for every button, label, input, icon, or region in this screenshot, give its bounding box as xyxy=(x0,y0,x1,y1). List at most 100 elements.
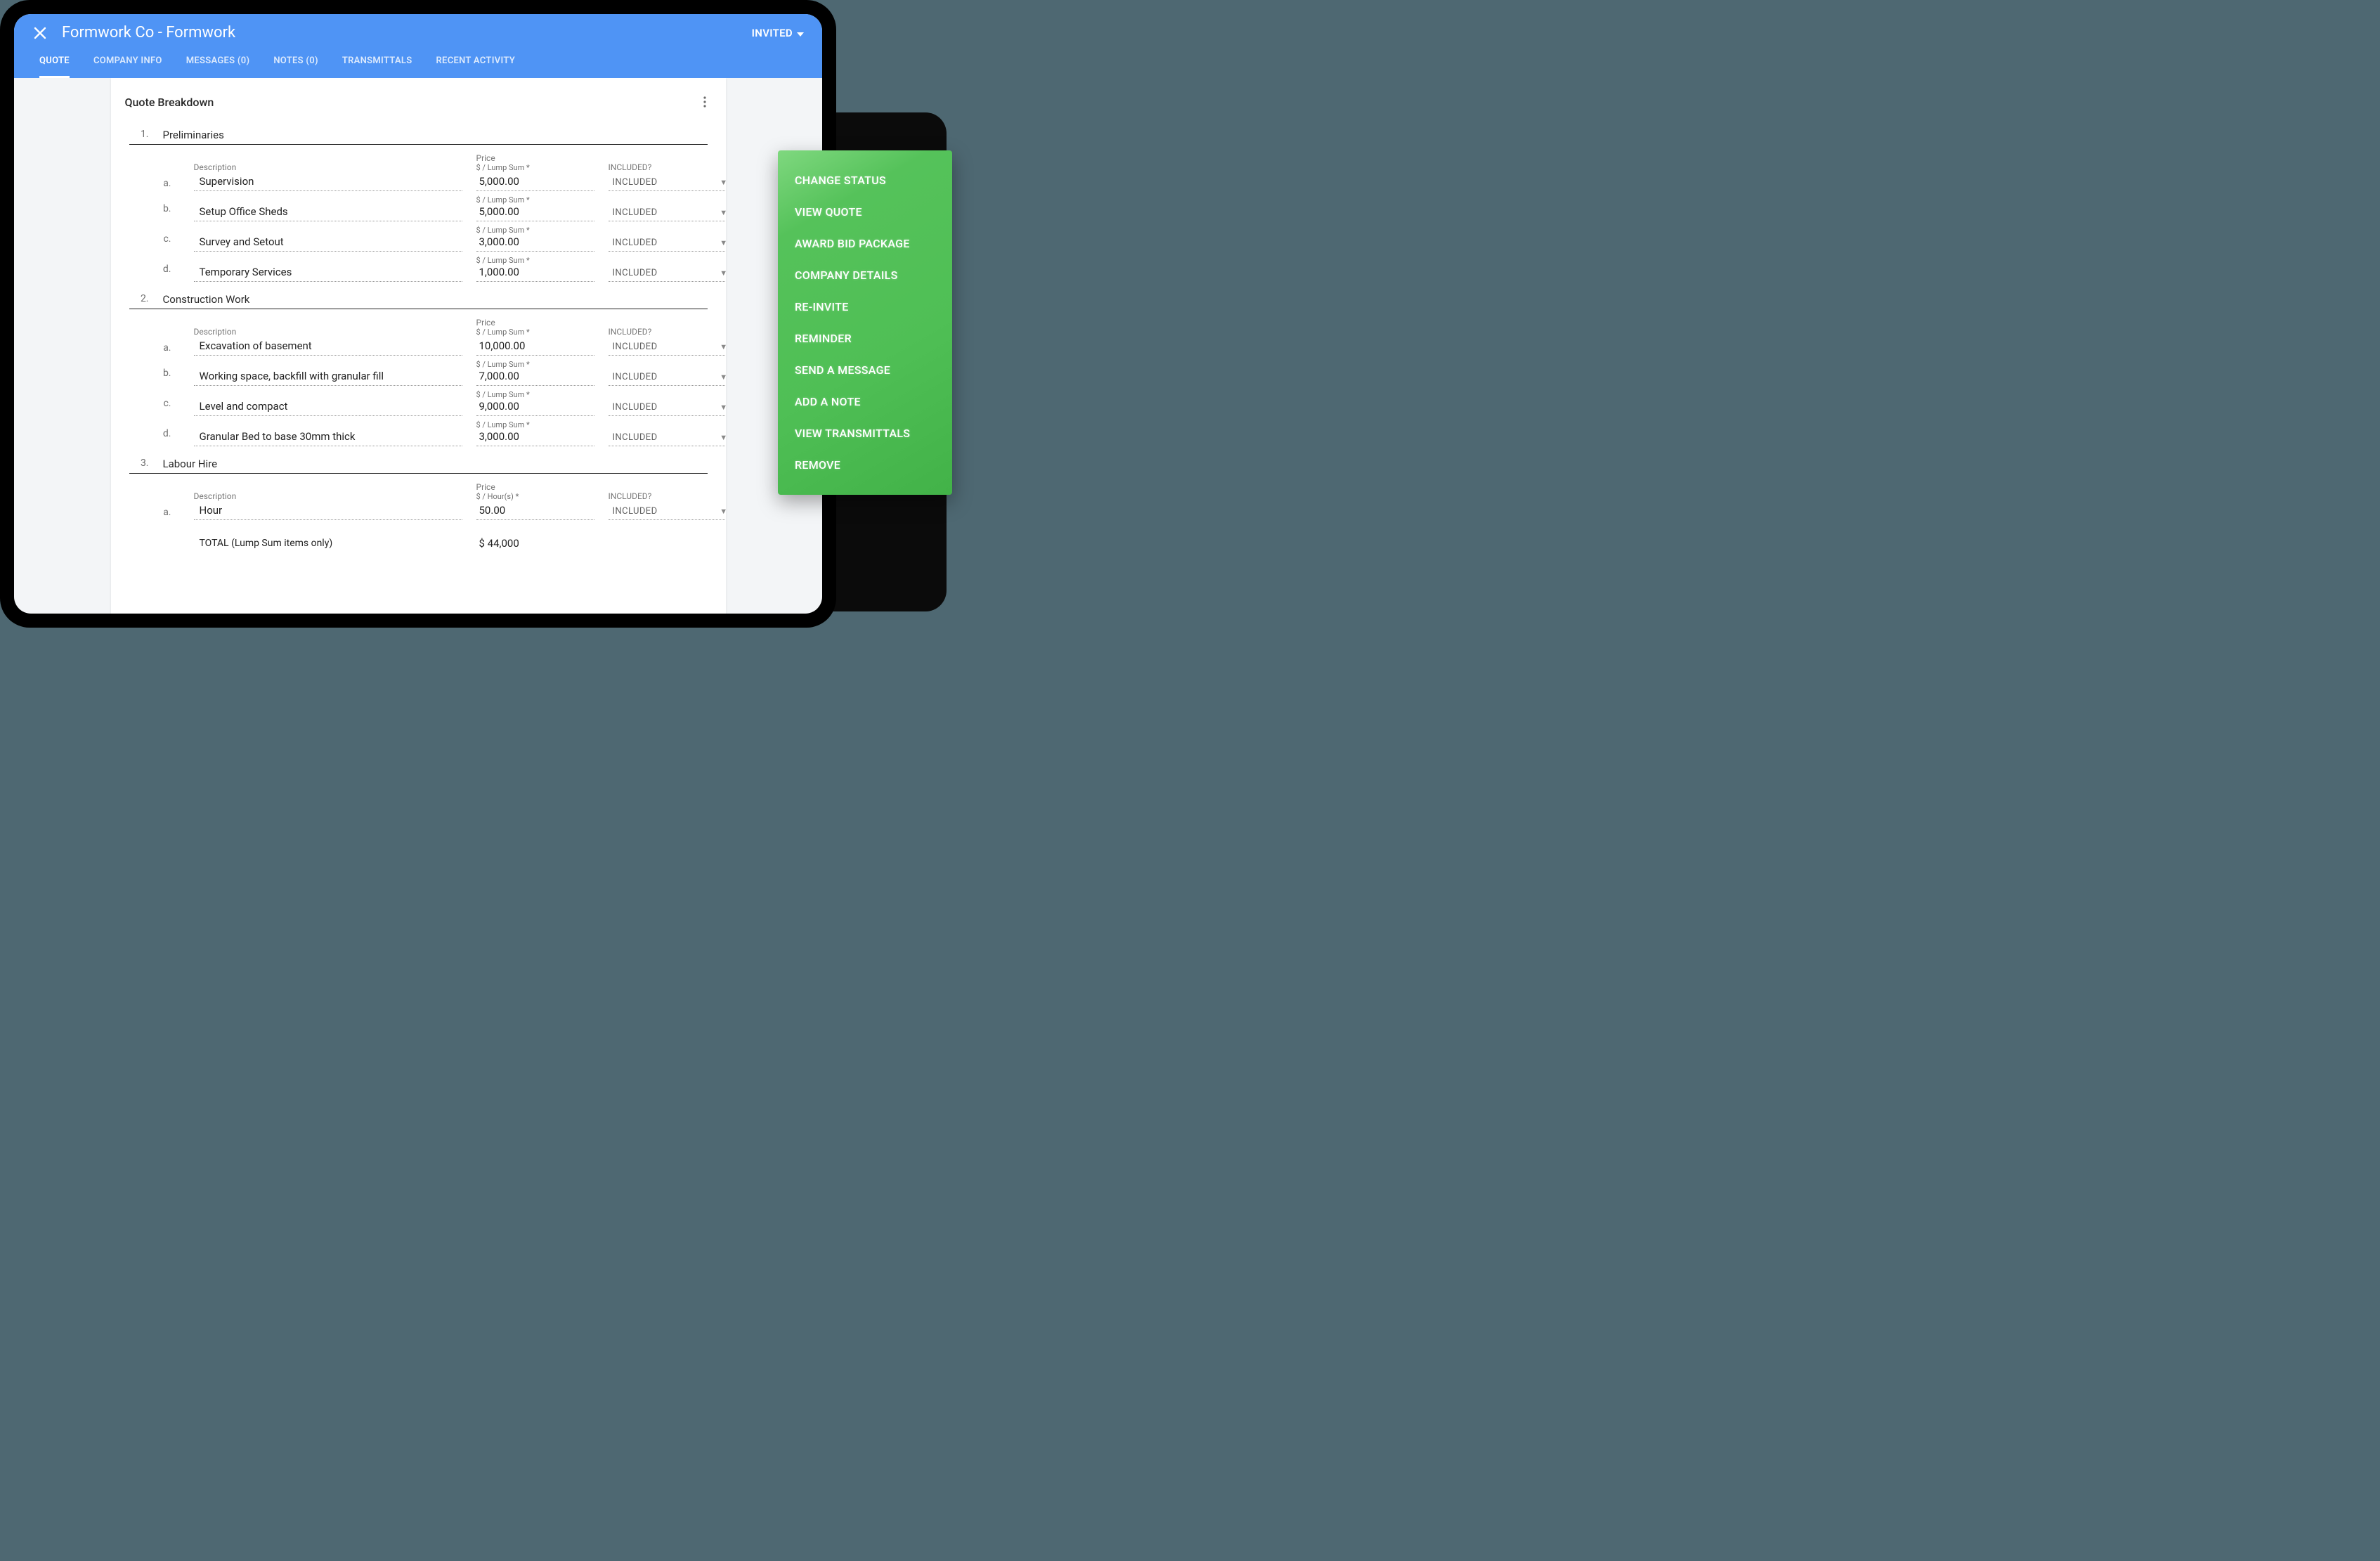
section-number: 3. xyxy=(129,458,149,470)
col-price: Price xyxy=(476,153,594,163)
item-description[interactable]: Temporary Services xyxy=(194,266,462,282)
caret-down-icon: ▼ xyxy=(720,403,725,412)
section-row: 2. Construction Work xyxy=(129,293,708,309)
tablet-screen: Formwork Co - Formwork INVITED QUOTE COM… xyxy=(14,14,822,614)
line-item: d. Temporary Services $ / Lump Sum *1,00… xyxy=(157,254,708,283)
caret-down-icon: ▼ xyxy=(720,507,725,516)
included-select[interactable]: INCLUDED▼ xyxy=(609,207,726,221)
included-select[interactable]: INCLUDED▼ xyxy=(609,238,726,252)
section-number: 1. xyxy=(129,129,149,141)
close-icon[interactable] xyxy=(32,25,48,41)
item-description[interactable]: Supervision xyxy=(194,175,462,191)
caret-down-icon: ▼ xyxy=(720,342,725,351)
item-letter: b. xyxy=(157,203,171,214)
more-vert-icon[interactable] xyxy=(698,95,712,109)
col-included: INCLUDED? xyxy=(609,491,726,501)
price-unit: $ / Lump Sum * xyxy=(476,328,594,337)
caret-down-icon xyxy=(797,27,804,39)
menu-view-transmittals[interactable]: VIEW TRANSMITTALS xyxy=(778,417,952,449)
item-price: $ / Lump Sum *3,000.00 xyxy=(476,420,594,446)
included-select[interactable]: INCLUDED▼ xyxy=(609,268,726,282)
menu-company-details[interactable]: COMPANY DETAILS xyxy=(778,259,952,291)
included-select[interactable]: INCLUDED▼ xyxy=(609,177,726,191)
section-number: 2. xyxy=(129,293,149,306)
sections: 1. Preliminaries Description Price $ / L… xyxy=(125,129,712,551)
tab-messages[interactable]: MESSAGES (0) xyxy=(186,56,250,78)
line-item: c. Survey and Setout $ / Lump Sum *3,000… xyxy=(157,224,708,253)
section-row: 1. Preliminaries xyxy=(129,129,708,145)
price-unit: $ / Lump Sum * xyxy=(476,163,594,172)
included-select[interactable]: INCLUDED▼ xyxy=(609,506,726,520)
col-included: INCLUDED? xyxy=(609,162,726,172)
item-letter: d. xyxy=(157,264,171,275)
item-price: 5,000.00 xyxy=(476,175,594,191)
item-letter: d. xyxy=(157,428,171,439)
menu-add-a-note[interactable]: ADD A NOTE xyxy=(778,386,952,417)
menu-reminder[interactable]: REMINDER xyxy=(778,323,952,354)
menu-award-bid-package[interactable]: AWARD BID PACKAGE xyxy=(778,228,952,259)
quote-breakdown-card: Quote Breakdown 1. Preliminaries Descrip… xyxy=(111,78,726,614)
item-description[interactable]: Working space, backfill with granular fi… xyxy=(194,370,462,386)
status-dropdown[interactable]: INVITED xyxy=(752,27,804,39)
tab-recent-activity[interactable]: RECENT ACTIVITY xyxy=(436,56,516,78)
item-price: $ / Lump Sum *1,000.00 xyxy=(476,256,594,282)
included-select[interactable]: INCLUDED▼ xyxy=(609,432,726,446)
item-description[interactable]: Granular Bed to base 30mm thick xyxy=(194,430,462,446)
menu-re-invite[interactable]: RE-INVITE xyxy=(778,291,952,323)
tab-company-info[interactable]: COMPANY INFO xyxy=(93,56,162,78)
included-select[interactable]: INCLUDED▼ xyxy=(609,402,726,416)
card-title: Quote Breakdown xyxy=(125,96,214,109)
caret-down-icon: ▼ xyxy=(720,238,725,247)
price-unit: $ / Hour(s) * xyxy=(476,492,594,501)
item-letter: a. xyxy=(157,342,171,354)
line-item: b. Working space, backfill with granular… xyxy=(157,358,708,387)
item-price: 10,000.00 xyxy=(476,339,594,356)
section-title: Labour Hire xyxy=(163,458,218,470)
item-letter: c. xyxy=(157,233,171,245)
status-label: INVITED xyxy=(752,27,793,39)
item-letter: b. xyxy=(157,368,171,379)
total-row: TOTAL (Lump Sum items only) $ 44,000 xyxy=(157,536,708,551)
col-description: Description xyxy=(194,491,462,501)
tab-transmittals[interactable]: TRANSMITTALS xyxy=(342,56,412,78)
column-headers: Description Price $ / Hour(s) * INCLUDED… xyxy=(157,481,708,503)
action-menu: CHANGE STATUS VIEW QUOTE AWARD BID PACKA… xyxy=(778,150,952,495)
caret-down-icon: ▼ xyxy=(720,208,725,217)
item-price: $ / Lump Sum *9,000.00 xyxy=(476,390,594,416)
item-description[interactable]: Excavation of basement xyxy=(194,339,462,356)
section-row: 3. Labour Hire xyxy=(129,458,708,474)
line-item: a. Hour 50.00 INCLUDED▼ xyxy=(157,503,708,522)
line-item: d. Granular Bed to base 30mm thick $ / L… xyxy=(157,419,708,448)
col-included: INCLUDED? xyxy=(609,327,726,337)
column-headers: Description Price $ / Lump Sum * INCLUDE… xyxy=(157,316,708,338)
menu-remove[interactable]: REMOVE xyxy=(778,449,952,481)
line-item: b. Setup Office Sheds $ / Lump Sum *5,00… xyxy=(157,194,708,223)
col-price: Price xyxy=(476,482,594,492)
included-select[interactable]: INCLUDED▼ xyxy=(609,342,726,356)
item-description[interactable]: Survey and Setout xyxy=(194,235,462,252)
tab-quote[interactable]: QUOTE xyxy=(39,56,70,78)
menu-view-quote[interactable]: VIEW QUOTE xyxy=(778,196,952,228)
line-item: c. Level and compact $ / Lump Sum *9,000… xyxy=(157,389,708,417)
menu-send-a-message[interactable]: SEND A MESSAGE xyxy=(778,354,952,386)
section-title: Construction Work xyxy=(163,293,250,306)
content-area: Quote Breakdown 1. Preliminaries Descrip… xyxy=(14,78,822,614)
header-top: Formwork Co - Formwork INVITED xyxy=(14,14,822,47)
item-letter: a. xyxy=(157,178,171,189)
included-select[interactable]: INCLUDED▼ xyxy=(609,372,726,386)
item-letter: c. xyxy=(157,398,171,409)
item-price: $ / Lump Sum *5,000.00 xyxy=(476,195,594,221)
column-headers: Description Price $ / Lump Sum * INCLUDE… xyxy=(157,152,708,174)
item-description[interactable]: Hour xyxy=(194,504,462,520)
line-item: a. Supervision 5,000.00 INCLUDED▼ xyxy=(157,174,708,193)
item-letter: a. xyxy=(157,507,171,518)
app-header: Formwork Co - Formwork INVITED QUOTE COM… xyxy=(14,14,822,78)
tab-notes[interactable]: NOTES (0) xyxy=(273,56,318,78)
col-description: Description xyxy=(194,327,462,337)
item-description[interactable]: Setup Office Sheds xyxy=(194,205,462,221)
item-description[interactable]: Level and compact xyxy=(194,400,462,416)
col-description: Description xyxy=(194,162,462,172)
line-item: a. Excavation of basement 10,000.00 INCL… xyxy=(157,338,708,357)
menu-change-status[interactable]: CHANGE STATUS xyxy=(778,164,952,196)
section-title: Preliminaries xyxy=(163,129,224,141)
